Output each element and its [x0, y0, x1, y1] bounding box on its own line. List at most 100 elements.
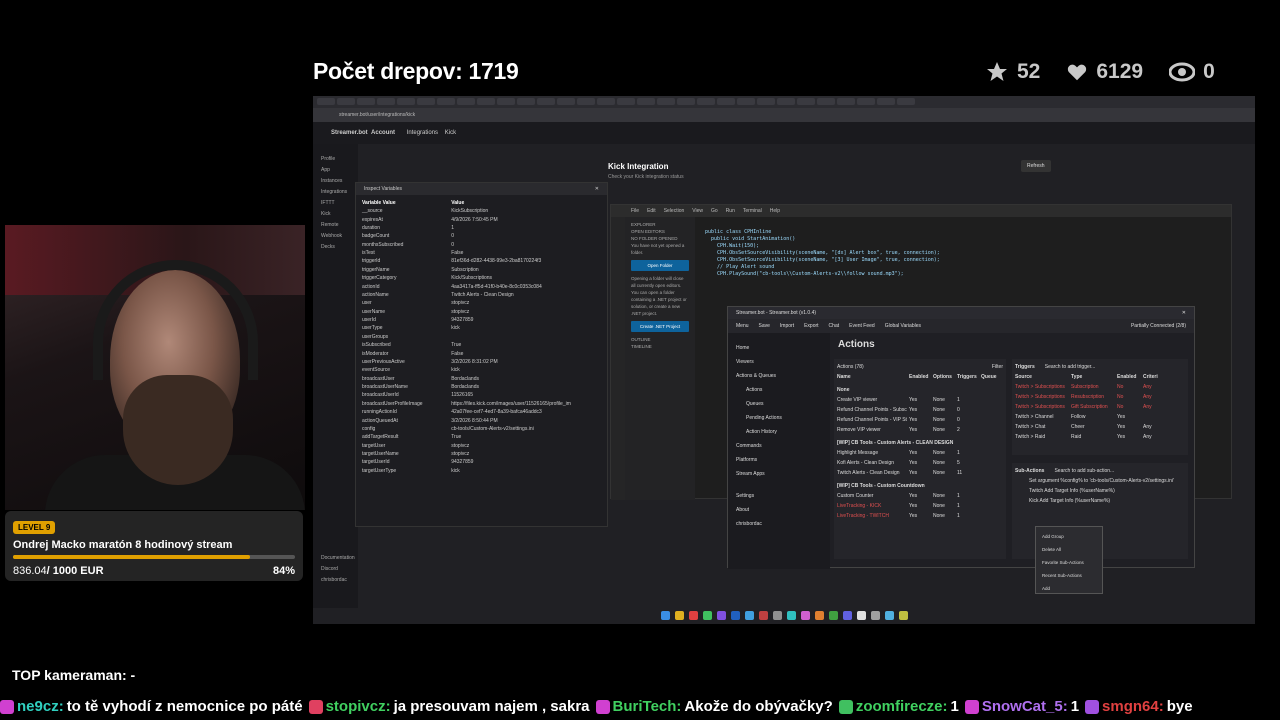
browser-tab[interactable] [617, 98, 635, 105]
variable-row[interactable]: actionId 4aa3417a-ff5d-41f0-b40e-8c0c0353… [356, 282, 607, 290]
variable-row[interactable]: userType kick [356, 324, 607, 332]
variable-row[interactable]: userPreviousActive 3/2/2026 8:31:02 PM [356, 358, 607, 366]
sidebar-item[interactable]: Decks [321, 242, 350, 253]
sidebar-item[interactable]: Profile [321, 154, 350, 165]
variable-row[interactable]: broadcastUserName Bordaclands [356, 383, 607, 391]
variable-row[interactable]: isModerator False [356, 349, 607, 357]
nav-item[interactable]: Settings [736, 489, 822, 503]
browser-tab[interactable] [837, 98, 855, 105]
action-row[interactable]: Refund Channel Points - Subsc Yes None 0 [837, 405, 1003, 415]
trigger-row[interactable]: Twitch > Subscriptions Gift Subscription N… [1015, 402, 1185, 412]
action-button[interactable]: Create .NET Project [631, 321, 689, 332]
variable-row[interactable]: userName stopivcz [356, 308, 607, 316]
browser-tab[interactable] [337, 98, 355, 105]
action-row[interactable]: Refund Channel Points - VIP St Yes None 0 [837, 415, 1003, 425]
variable-row[interactable]: monthsSubscribed 0 [356, 241, 607, 249]
variable-row[interactable]: config cb-tools/Custom-Alerts-v2/settings… [356, 425, 607, 433]
variable-row[interactable]: user stopivcz [356, 299, 607, 307]
browser-tab[interactable] [577, 98, 595, 105]
close-icon[interactable]: ✕ [1182, 310, 1186, 316]
action-row[interactable]: Remove VIP viewer Yes None 2 [837, 425, 1003, 435]
browser-tab[interactable] [537, 98, 555, 105]
browser-tab[interactable] [757, 98, 775, 105]
browser-tab[interactable] [737, 98, 755, 105]
column-header[interactable]: Criteri [1143, 372, 1169, 382]
breadcrumb-integrations[interactable]: Integrations [407, 130, 438, 136]
variable-row[interactable]: badgeCount 0 [356, 232, 607, 240]
browser-tabs[interactable] [313, 96, 1255, 108]
sidebar-item[interactable]: Remote [321, 220, 350, 231]
column-header[interactable]: Type [1071, 372, 1117, 382]
context-menu-item[interactable]: Add [1042, 582, 1096, 595]
browser-tab[interactable] [557, 98, 575, 105]
subaction-item[interactable]: Twitch Add Target Info (%userName%) [1015, 486, 1185, 496]
variable-row[interactable]: runningActionId 42a07fee-cef7-4ed7-8a39-b… [356, 408, 607, 416]
browser-tab[interactable] [657, 98, 675, 105]
trigger-row[interactable]: Twitch > Channel Follow Yes [1015, 412, 1185, 422]
column-header[interactable]: Queue [981, 372, 1001, 382]
variable-row[interactable]: userGroups [356, 333, 607, 341]
browser-tab[interactable] [857, 98, 875, 105]
variable-row[interactable]: targetUserName stopivcz [356, 450, 607, 458]
subaction-search[interactable]: Search to add sub-action... [1054, 466, 1114, 476]
taskbar-app-icon[interactable] [744, 611, 754, 620]
variable-row[interactable]: isTest False [356, 249, 607, 257]
menu-item[interactable]: Run [726, 208, 735, 214]
nav-item[interactable]: Queues [736, 397, 822, 411]
trigger-row[interactable]: Twitch > Raid Raid Yes Any [1015, 432, 1185, 442]
menu-item[interactable]: Edit [647, 208, 656, 214]
browser-tab[interactable] [417, 98, 435, 105]
action-button[interactable]: Open Folder [631, 260, 689, 271]
action-row[interactable]: Highlight Message Yes None 1 [837, 448, 1003, 458]
sidebar-item[interactable]: Webhook [321, 231, 350, 242]
sidebar-item[interactable]: IFTTT [321, 198, 350, 209]
browser-tab[interactable] [597, 98, 615, 105]
sidebar-item[interactable]: Discord [321, 564, 350, 575]
nav-item[interactable]: About [736, 503, 822, 517]
variable-row[interactable]: targetUser stopivcz [356, 442, 607, 450]
action-group[interactable]: None [837, 385, 1003, 395]
trigger-search[interactable]: Search to add trigger... [1045, 362, 1096, 372]
variable-row[interactable]: userId 94327859 [356, 316, 607, 324]
nav-item[interactable]: Commands [736, 439, 822, 453]
refresh-button[interactable]: Refresh [1021, 160, 1051, 172]
browser-tab[interactable] [457, 98, 475, 105]
action-row[interactable]: Twitch Alerts - Clean Design Yes None 11 [837, 468, 1003, 478]
column-header[interactable]: Options [933, 372, 957, 382]
action-row[interactable]: LiveTracking - KICK Yes None 1 [837, 501, 1003, 511]
variable-row[interactable]: actionQueuedAt 3/2/2026 8:50:44 PM [356, 416, 607, 424]
nav-item[interactable]: Actions & Queues [736, 369, 822, 383]
activity-bar[interactable] [611, 217, 625, 500]
nav-item[interactable]: Home [736, 341, 822, 355]
taskbar-app-icon[interactable] [674, 611, 684, 620]
sidebar-item[interactable]: App Instances [321, 165, 350, 187]
action-row[interactable]: Create VIP viewer Yes None 1 [837, 395, 1003, 405]
browser-tab[interactable] [817, 98, 835, 105]
variable-row[interactable]: broadcastUser Bordaclands [356, 375, 607, 383]
brand-logo[interactable]: Streamer.bot [331, 130, 368, 136]
toolbar-button[interactable]: Import [780, 323, 794, 329]
variable-row[interactable]: triggerId 81ef36d-d282-4438-99e3-2ba81702… [356, 257, 607, 265]
variable-row[interactable]: expiresAt 4/9/2026 7:50:45 PM [356, 215, 607, 223]
nav-item[interactable]: Viewers [736, 355, 822, 369]
context-menu-item[interactable]: Add Group [1042, 530, 1096, 543]
browser-tab[interactable] [797, 98, 815, 105]
action-row[interactable]: Kofi Alerts - Clean Design Yes None 5 [837, 458, 1003, 468]
action-group[interactable]: [WIP] CB Tools - Custom Countdown [837, 481, 1003, 491]
taskbar-app-icon[interactable] [758, 611, 768, 620]
browser-tab[interactable] [397, 98, 415, 105]
browser-tab[interactable] [897, 98, 915, 105]
column-header[interactable]: Enabled [909, 372, 933, 382]
taskbar-app-icon[interactable] [870, 611, 880, 620]
column-header[interactable]: Enabled [1117, 372, 1143, 382]
variable-row[interactable]: eventSource kick [356, 366, 607, 374]
browser-tab[interactable] [357, 98, 375, 105]
taskbar-app-icon[interactable] [702, 611, 712, 620]
menu-item[interactable]: File [631, 208, 639, 214]
browser-tab[interactable] [717, 98, 735, 105]
toolbar-button[interactable]: Global Variables [885, 323, 921, 329]
browser-tab[interactable] [777, 98, 795, 105]
variable-row[interactable]: actionName Twitch Alerts - Clean Design [356, 291, 607, 299]
menu-item[interactable]: Help [770, 208, 780, 214]
address-bar[interactable]: streamer.bot/user/integrations/kick [313, 108, 1255, 122]
